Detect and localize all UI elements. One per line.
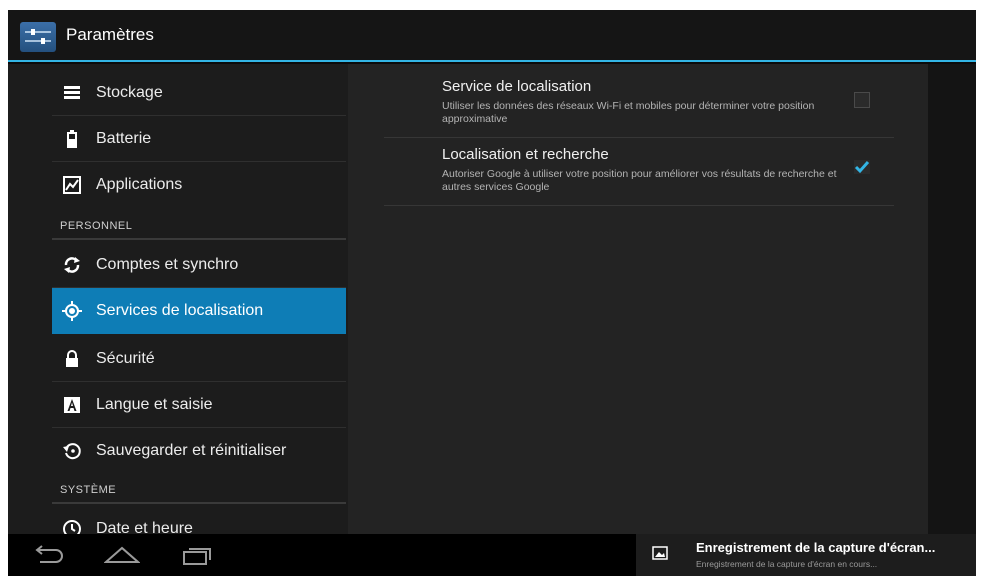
location-icon bbox=[62, 301, 82, 321]
sidebar-item-date-time[interactable]: Date et heure bbox=[52, 506, 346, 534]
action-bar: Paramètres bbox=[8, 10, 976, 62]
sidebar-item-accounts-sync[interactable]: Comptes et synchro bbox=[52, 242, 346, 288]
location-settings-panel: Service de localisation Utiliser les don… bbox=[348, 64, 928, 534]
location-search-checkbox[interactable] bbox=[854, 160, 870, 174]
sidebar-item-applications[interactable]: Applications bbox=[52, 162, 346, 208]
sidebar-item-label: Sécurité bbox=[96, 350, 155, 367]
pane-margin bbox=[928, 64, 976, 534]
section-header-personnel: PERSONNEL bbox=[52, 214, 346, 240]
sidebar-item-security[interactable]: Sécurité bbox=[52, 336, 346, 382]
screenshot-notification[interactable]: Enregistrement de la capture d'écran... … bbox=[636, 534, 976, 576]
settings-sidebar[interactable]: Stockage Batterie Applications PERSONNEL… bbox=[8, 64, 348, 534]
section-header-systeme: SYSTÈME bbox=[52, 478, 346, 504]
pref-title: Localisation et recherche bbox=[442, 146, 609, 163]
pref-title: Service de localisation bbox=[442, 78, 592, 95]
divider bbox=[52, 502, 346, 504]
sidebar-item-label: Services de localisation bbox=[96, 302, 264, 319]
recent-apps-icon[interactable] bbox=[180, 544, 216, 571]
lock-icon bbox=[62, 349, 82, 369]
sidebar-item-label: Date et heure bbox=[96, 520, 193, 534]
battery-icon bbox=[62, 129, 82, 149]
sidebar-item-location-services[interactable]: Services de localisation bbox=[52, 288, 346, 334]
tablet-screen: Paramètres Stockage Batterie Application… bbox=[8, 10, 976, 576]
home-icon[interactable] bbox=[103, 544, 141, 571]
sidebar-item-label: Batterie bbox=[96, 130, 152, 147]
screenshot-image-icon bbox=[652, 546, 668, 560]
sidebar-item-label: Comptes et synchro bbox=[96, 256, 239, 273]
notification-text: Enregistrement de la capture d'écran en … bbox=[696, 559, 878, 569]
back-icon[interactable] bbox=[30, 544, 66, 571]
system-navigation-bar: Enregistrement de la capture d'écran... … bbox=[8, 534, 976, 576]
sidebar-item-label: Sauvegarder et réinitialiser bbox=[96, 442, 287, 459]
settings-content: Stockage Batterie Applications PERSONNEL… bbox=[8, 64, 976, 534]
backup-restore-icon bbox=[62, 441, 82, 461]
sync-icon bbox=[62, 255, 82, 275]
sidebar-item-label: Stockage bbox=[96, 84, 163, 101]
clock-icon bbox=[62, 519, 82, 534]
section-label: PERSONNEL bbox=[60, 220, 133, 232]
pref-location-service[interactable]: Service de localisation Utiliser les don… bbox=[384, 70, 894, 138]
applications-icon bbox=[62, 175, 82, 195]
language-icon bbox=[62, 395, 82, 415]
pref-location-search[interactable]: Localisation et recherche Autoriser Goog… bbox=[384, 138, 894, 206]
sidebar-item-language-input[interactable]: Langue et saisie bbox=[52, 382, 346, 428]
sidebar-item-backup-reset[interactable]: Sauvegarder et réinitialiser bbox=[52, 428, 346, 474]
action-bar-divider bbox=[8, 60, 976, 62]
pref-summary: Utiliser les données des réseaux Wi-Fi e… bbox=[442, 100, 815, 125]
sidebar-item-battery[interactable]: Batterie bbox=[52, 116, 346, 162]
divider bbox=[384, 205, 894, 206]
divider bbox=[52, 238, 346, 240]
location-service-checkbox[interactable] bbox=[854, 92, 870, 108]
settings-sliders-icon[interactable] bbox=[20, 22, 56, 52]
sidebar-item-label: Langue et saisie bbox=[96, 396, 213, 413]
sidebar-item-storage[interactable]: Stockage bbox=[52, 70, 346, 116]
sidebar-item-label: Applications bbox=[96, 176, 183, 193]
storage-icon bbox=[62, 83, 82, 103]
section-label: SYSTÈME bbox=[60, 484, 117, 496]
checkmark-icon bbox=[854, 160, 870, 174]
pref-summary: Autoriser Google à utiliser votre positi… bbox=[442, 168, 837, 193]
app-title: Paramètres bbox=[66, 25, 154, 44]
notification-title: Enregistrement de la capture d'écran... bbox=[696, 540, 936, 555]
